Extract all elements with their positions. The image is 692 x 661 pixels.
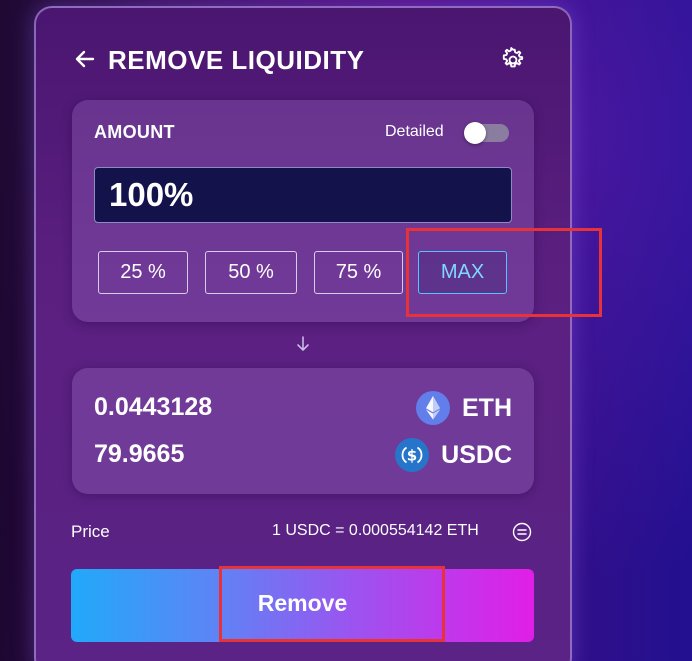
eth-amount: 0.0443128 — [94, 393, 213, 421]
svg-text:$: $ — [407, 447, 417, 465]
swap-rate-icon[interactable] — [512, 522, 532, 542]
usdc-icon: $ — [395, 438, 430, 472]
usdc-token: $ USDC — [395, 437, 512, 473]
amount-input[interactable] — [94, 167, 512, 223]
price-label: Price — [71, 522, 110, 541]
page-title: REMOVE LIQUIDITY — [108, 45, 365, 75]
preset-50-button[interactable]: 50 % — [205, 251, 297, 294]
usdc-amount: 79.9665 — [94, 440, 185, 468]
arrow-down-icon — [297, 336, 309, 351]
preset-25-button[interactable]: 25 % — [98, 251, 188, 294]
output-card: 0.0443128 ETH 79.9665 $ USDC — [72, 368, 534, 494]
price-value: 1 USDC = 0.000554142 ETH — [272, 522, 479, 539]
remove-button-label: Remove — [257, 590, 348, 616]
remove-button[interactable]: Remove — [71, 569, 534, 642]
ethereum-icon — [416, 391, 450, 425]
toggle-knob — [464, 122, 486, 144]
amount-label: AMOUNT — [94, 122, 175, 142]
preset-max-button[interactable]: MAX — [418, 251, 507, 294]
eth-symbol: ETH — [462, 393, 512, 422]
usdc-symbol: USDC — [441, 440, 512, 469]
detailed-label: Detailed — [385, 123, 444, 140]
detailed-toggle[interactable] — [464, 122, 509, 144]
panel-header: REMOVE LIQUIDITY — [72, 42, 532, 78]
amount-card: AMOUNT Detailed 25 % 50 % 75 % MAX — [72, 100, 534, 322]
arrow-left-icon[interactable] — [72, 46, 98, 72]
eth-token: ETH — [416, 390, 512, 426]
gear-icon[interactable] — [500, 47, 526, 73]
preset-75-button[interactable]: 75 % — [314, 251, 403, 294]
